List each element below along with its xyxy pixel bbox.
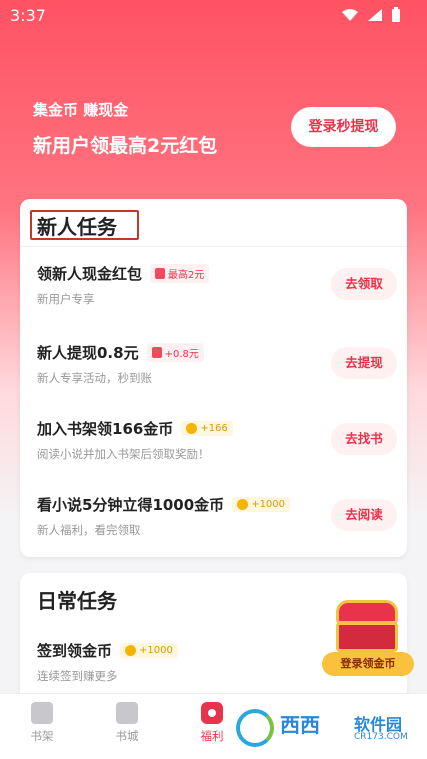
reward-badge: 最高2元 (150, 264, 210, 283)
coin-icon (237, 499, 249, 510)
task-desc: 新人福利，看完领取 (37, 523, 141, 537)
task-desc: 新人专享活动，秒到账 (37, 371, 152, 385)
status-icons (341, 7, 401, 23)
find-book-button[interactable]: 去找书 (331, 423, 397, 455)
task-item: 新人提现0.8元 +0.8元 新人专享活动，秒到账 去提现 (37, 342, 397, 402)
red-envelope-icon (155, 268, 166, 279)
login-withdraw-button[interactable]: 登录秒提现 (291, 107, 396, 147)
task-name: 加入书架领166金币 +166 (37, 418, 233, 439)
reward-badge: +1000 (120, 643, 178, 658)
bookstore-icon (116, 702, 138, 724)
task-name-text: 领新人现金红包 (37, 265, 143, 283)
red-envelope-icon (151, 347, 162, 358)
watermark-text: 西西 (280, 713, 320, 737)
tab-label: 书城 (115, 729, 139, 743)
claim-button[interactable]: 去领取 (331, 268, 397, 300)
reward-badge-text: +1000 (139, 645, 173, 656)
read-button[interactable]: 去阅读 (331, 499, 397, 531)
tab-label: 书架 (30, 729, 54, 743)
task-name-text: 加入书架领166金币 (37, 420, 174, 438)
tab-bookstore[interactable]: 书城 (97, 702, 157, 744)
battery-icon (392, 7, 400, 22)
task-name: 看小说5分钟立得1000金币 +1000 (37, 494, 291, 515)
watermark-overlay: 西西 软件园 CR173.COM (230, 705, 420, 750)
treasure-chest-icon (336, 600, 398, 624)
bookshelf-icon (31, 702, 53, 724)
task-name: 签到领金币 +1000 (37, 640, 178, 661)
welfare-icon (201, 702, 223, 724)
card-divider (20, 246, 407, 247)
task-name-text: 看小说5分钟立得1000金币 (37, 496, 225, 514)
reward-badge-text: +0.8元 (164, 349, 199, 360)
coin-icon (125, 645, 137, 656)
watermark-logo-icon (236, 709, 274, 747)
reward-badge-text: 最高2元 (168, 270, 205, 281)
withdraw-button[interactable]: 去提现 (331, 347, 397, 379)
reward-badge: +0.8元 (146, 343, 204, 362)
new-user-tasks-card: 新人任务 领新人现金红包 最高2元 新用户专享 去领取 新人提现0.8元 +0.… (20, 199, 407, 557)
floating-gift-widget[interactable]: 登录领金币 (322, 598, 414, 680)
task-name-text: 签到领金币 (37, 642, 113, 660)
tab-label: 福利 (200, 729, 224, 743)
task-name: 领新人现金红包 最高2元 (37, 263, 210, 284)
hero-subtitle: 集金币 赚现金 (33, 101, 129, 119)
reward-badge-text: +1000 (251, 499, 286, 510)
task-name-text: 新人提现0.8元 (37, 344, 139, 362)
reward-badge: +166 (181, 421, 233, 436)
task-desc: 新用户专享 (37, 292, 95, 306)
status-time: 3:37 (10, 6, 46, 25)
task-item: 加入书架领166金币 +166 阅读小说并加入书架后领取奖励！ 去找书 (37, 418, 397, 478)
treasure-chest-body (336, 622, 398, 652)
watermark-url: CR173.COM (354, 732, 408, 742)
hero-title: 新用户领最高2元红包 (33, 135, 218, 157)
reward-badge-text: +166 (200, 423, 228, 434)
task-item: 看小说5分钟立得1000金币 +1000 新人福利，看完领取 去阅读 (37, 494, 397, 554)
task-item: 领新人现金红包 最高2元 新用户专享 去领取 (37, 263, 397, 323)
tab-bookshelf[interactable]: 书架 (12, 702, 72, 744)
task-name: 新人提现0.8元 +0.8元 (37, 342, 204, 363)
signal-icon (368, 9, 382, 21)
reward-badge: +1000 (232, 497, 291, 512)
task-desc: 阅读小说并加入书架后领取奖励！ (37, 447, 210, 461)
wifi-icon (342, 9, 358, 21)
status-bar: 3:37 (0, 0, 427, 30)
daily-tasks-title: 日常任务 (37, 589, 117, 613)
task-desc: 连续签到赚更多 (37, 669, 118, 683)
login-coins-button[interactable]: 登录领金币 (322, 652, 414, 676)
coin-icon (186, 423, 198, 434)
highlight-annotation (30, 210, 139, 240)
